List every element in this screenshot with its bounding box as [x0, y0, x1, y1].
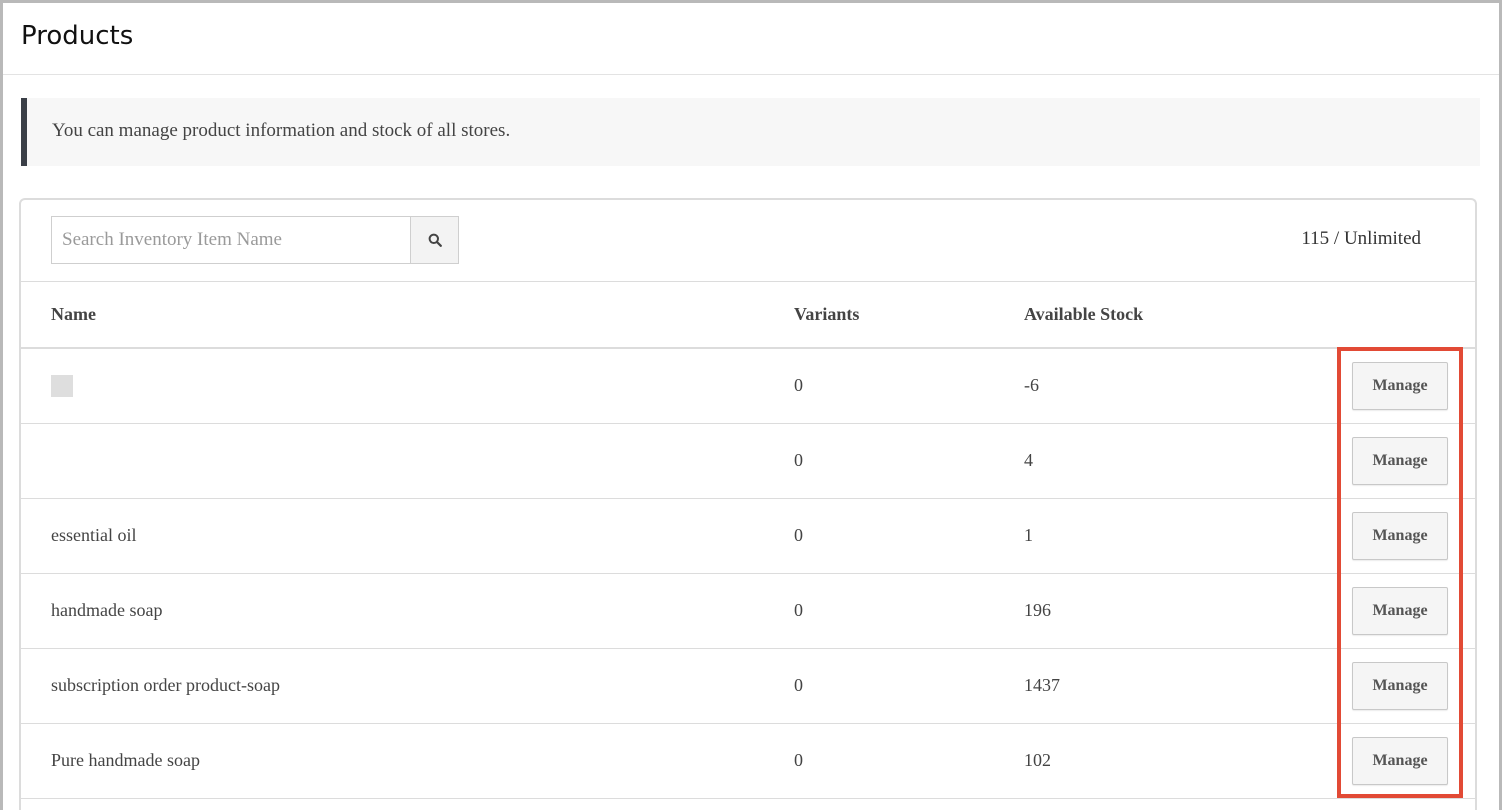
variants-count: 0: [794, 573, 1024, 649]
manage-button[interactable]: Manage: [1352, 661, 1448, 710]
search-input[interactable]: [51, 216, 411, 264]
notice-text: You can manage product information and s…: [52, 120, 511, 141]
product-name: [21, 423, 794, 499]
table-row: subscription order product-soap 0 1437 M…: [21, 648, 1475, 724]
available-stock: 1: [1024, 498, 1344, 574]
available-stock: 196: [1024, 573, 1344, 649]
variants-count: 0: [794, 723, 1024, 799]
table-row: 0 4 Manage: [21, 423, 1475, 499]
available-stock: 4: [1024, 423, 1344, 499]
table-row: essential oil 0 1 Manage: [21, 498, 1475, 574]
product-name: [21, 348, 794, 424]
manage-button[interactable]: Manage: [1352, 361, 1448, 410]
column-header-name: Name: [21, 282, 794, 349]
products-panel: 115 / Unlimited Name Variants Available …: [19, 198, 1477, 810]
column-header-action: [1344, 282, 1475, 349]
product-name: handmade soap: [21, 573, 794, 649]
toolbar: 115 / Unlimited: [21, 200, 1475, 282]
product-name: subscription order product-soap: [21, 648, 794, 724]
variants-count: 0: [794, 498, 1024, 574]
item-quota: 115 / Unlimited: [1301, 228, 1421, 249]
info-notice: You can manage product information and s…: [21, 98, 1480, 166]
table-row: Pure handmade soap 0 102 Manage: [21, 723, 1475, 799]
product-name: essential oil: [21, 498, 794, 574]
variants-count: 0: [794, 648, 1024, 724]
column-header-stock: Available Stock: [1024, 282, 1344, 349]
table-row: handmade soap 0 196 Manage: [21, 573, 1475, 649]
table-header-row: Name Variants Available Stock: [21, 282, 1475, 349]
variants-count: 0: [794, 423, 1024, 499]
manage-button[interactable]: Manage: [1352, 511, 1448, 560]
variants-count: 0: [794, 348, 1024, 424]
table-row: 0 -6 Manage: [21, 348, 1475, 424]
products-table: Name Variants Available Stock 0 -6 Manag…: [21, 282, 1475, 799]
product-name: Pure handmade soap: [21, 723, 794, 799]
available-stock: 1437: [1024, 648, 1344, 724]
available-stock: -6: [1024, 348, 1344, 424]
column-header-variants: Variants: [794, 282, 1024, 349]
search-icon: [428, 233, 442, 247]
available-stock: 102: [1024, 723, 1344, 799]
product-thumbnail: [51, 375, 73, 398]
manage-button[interactable]: Manage: [1352, 736, 1448, 785]
manage-button[interactable]: Manage: [1352, 436, 1448, 485]
page-header: Products: [3, 3, 1499, 75]
page-title: Products: [21, 21, 134, 51]
manage-button[interactable]: Manage: [1352, 586, 1448, 635]
search-button[interactable]: [410, 216, 459, 264]
